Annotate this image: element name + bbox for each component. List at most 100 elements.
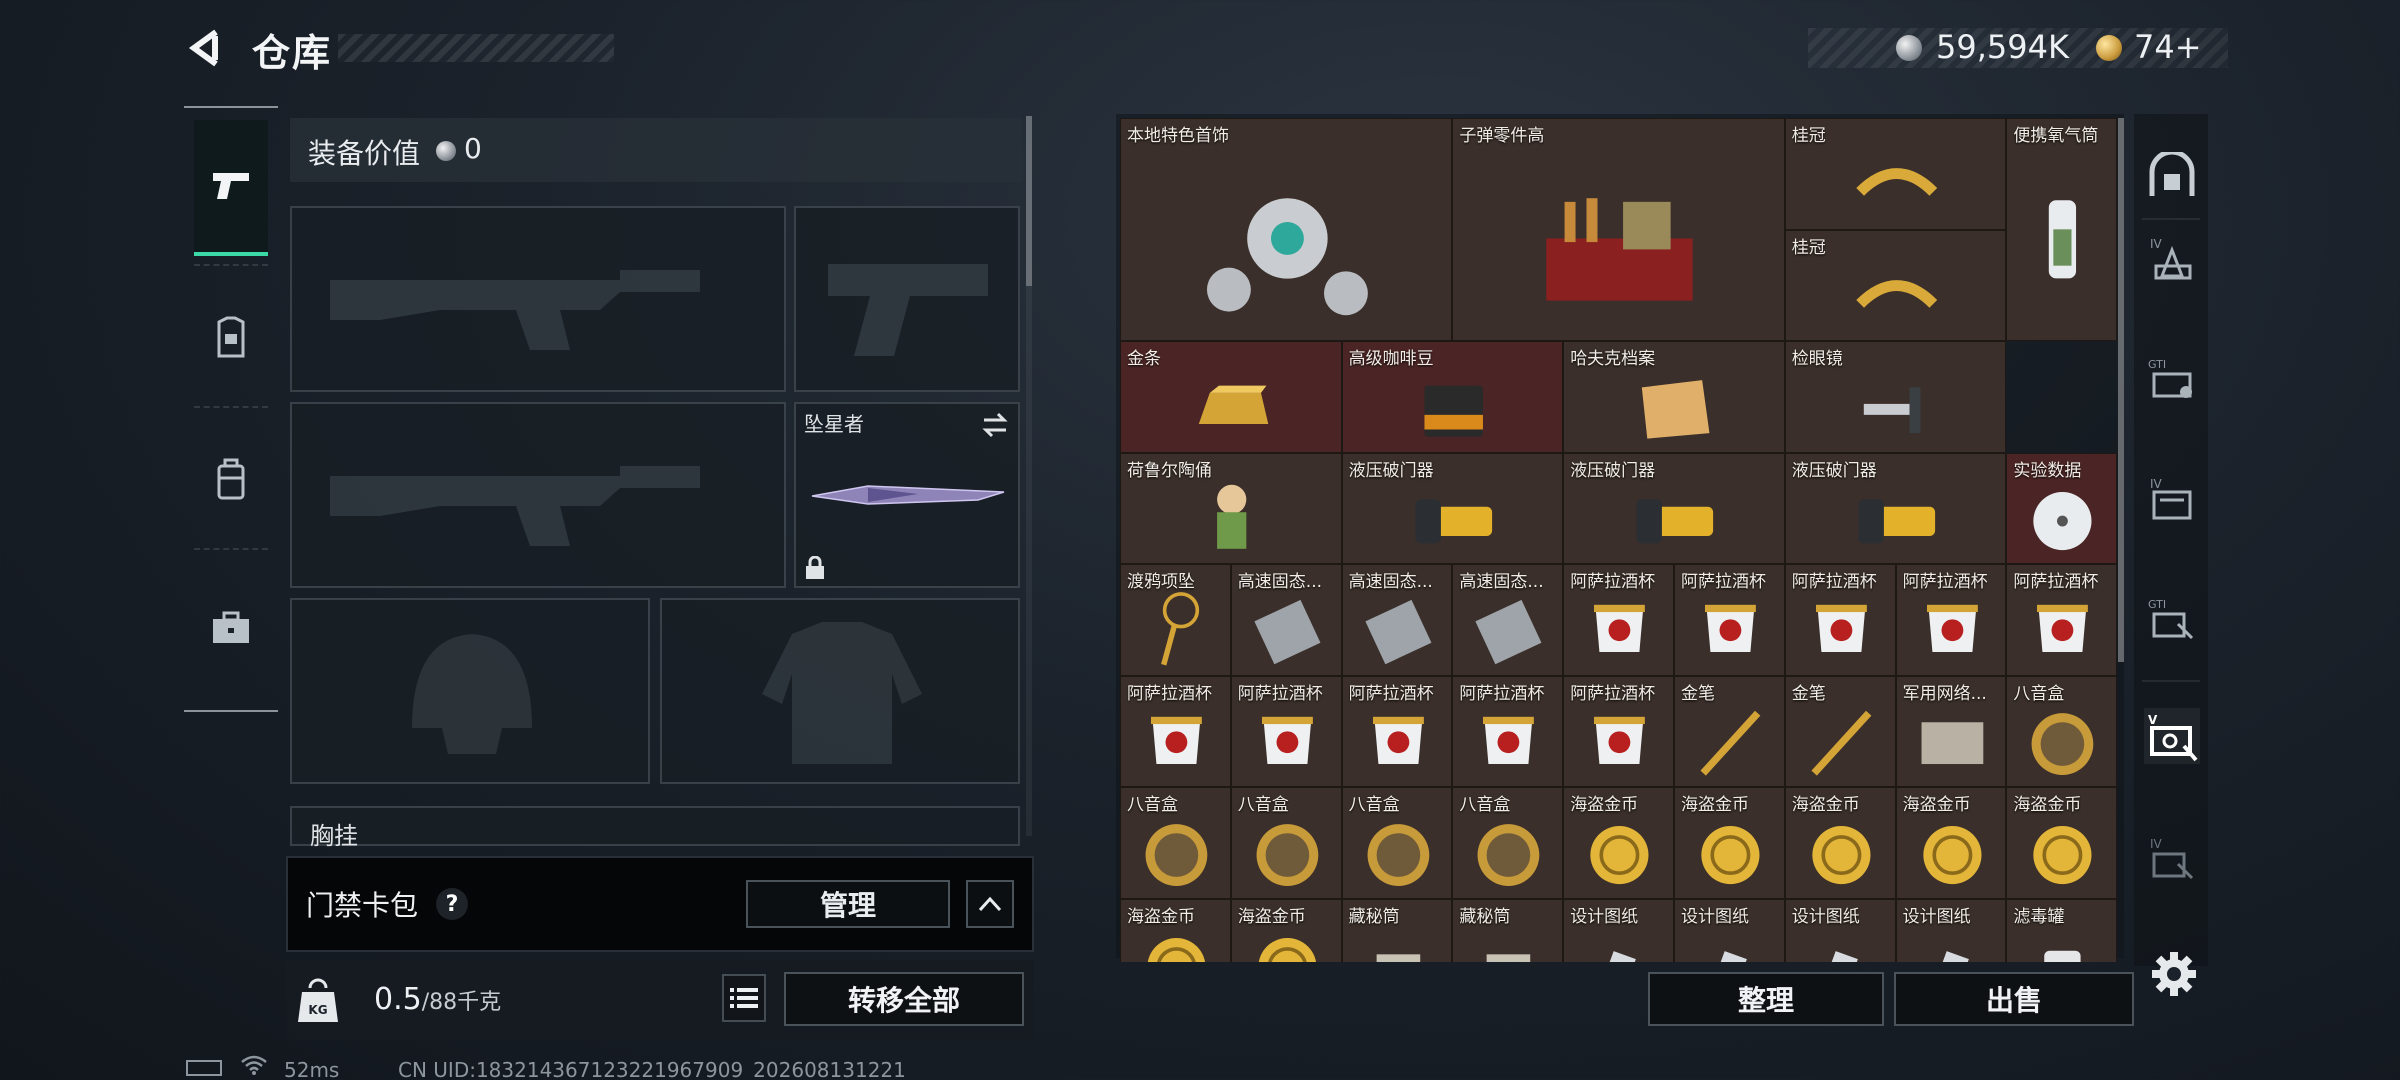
category-weapons-tab[interactable] [194, 120, 268, 256]
warehouse-item[interactable]: 海盗金币 [1895, 787, 2007, 899]
warehouse-item[interactable]: 便携氧气筒 [2006, 118, 2118, 341]
warehouse-item-label: 设计图纸 [1791, 906, 1860, 927]
sidebar-container-tab-2[interactable]: GTI [2144, 350, 2200, 406]
warehouse-item[interactable]: 阿萨拉酒杯 [1230, 675, 1342, 787]
container-gti-icon: GTI [2148, 358, 2192, 398]
warehouse-item[interactable]: 设计图纸 [1895, 898, 2007, 962]
warehouse-item[interactable]: 液压破门器 [1784, 452, 2007, 564]
warehouse-item[interactable]: 阿萨拉酒杯 [2006, 564, 2118, 676]
warehouse-item-label: 桂冠 [1791, 126, 1826, 146]
sidebar-container-tab-1[interactable]: IV [2144, 230, 2200, 286]
warehouse-item[interactable]: 高级咖啡豆 [1341, 341, 1564, 453]
sidebar-container-tab-6[interactable]: IV [2144, 830, 2200, 886]
warehouse-item[interactable]: 液压破门器 [1341, 452, 1564, 564]
warehouse-item[interactable]: 海盗金币 [2006, 787, 2118, 899]
warehouse-item[interactable]: 桂冠 [1784, 118, 2007, 230]
warehouse-item[interactable]: 滤毒罐 [2006, 898, 2118, 962]
sort-button[interactable]: 整理 [1648, 972, 1884, 1026]
warehouse-item[interactable]: 军用网络... [1895, 675, 2007, 787]
warehouse-item[interactable]: 设计图纸 [1784, 898, 1896, 962]
warehouse-item[interactable]: 阿萨拉酒杯 [1784, 564, 1896, 676]
secondary-weapon-slot[interactable] [290, 402, 786, 588]
warehouse-item-label: 检眼镜 [1791, 349, 1843, 369]
warehouse-item[interactable]: 藏秘筒 [1341, 898, 1453, 962]
swap-icon[interactable] [980, 412, 1010, 438]
settings-gear-icon[interactable] [2150, 950, 2198, 998]
safe-icon [2149, 152, 2195, 196]
warehouse-item[interactable]: 海盗金币 [1784, 787, 1896, 899]
manage-button[interactable]: 管理 [746, 880, 950, 928]
warehouse-item[interactable]: 液压破门器 [1563, 452, 1785, 564]
sidebar-container-tab-3[interactable]: IV [2144, 470, 2200, 526]
warehouse-item[interactable]: 设计图纸 [1563, 898, 1674, 962]
warehouse-item[interactable]: 高速固态... [1230, 564, 1342, 676]
helmet-slot[interactable] [290, 598, 650, 784]
transfer-all-button[interactable]: 转移全部 [784, 972, 1024, 1026]
body-armor-slot[interactable] [660, 598, 1020, 784]
warehouse-item[interactable]: 海盗金币 [1120, 898, 1231, 962]
back-arrow-icon[interactable] [186, 26, 230, 70]
warehouse-item[interactable]: 八音盒 [1120, 787, 1231, 899]
warehouse-item[interactable]: 海盗金币 [1674, 787, 1785, 899]
warehouse-item[interactable]: 荷鲁尔陶俑 [1120, 452, 1342, 564]
warehouse-item[interactable]: 阿萨拉酒杯 [1674, 564, 1785, 676]
sidebar-container-tab-5[interactable]: V [2144, 708, 2200, 764]
equipment-scroll-thumb[interactable] [1026, 116, 1032, 286]
list-view-button[interactable] [722, 974, 766, 1022]
warehouse-item-label: 海盗金币 [1127, 906, 1195, 927]
warehouse-item[interactable]: 子弹零件高 [1452, 118, 1785, 341]
warehouse-item[interactable]: 金笔 [1784, 675, 1896, 787]
warehouse-item[interactable]: 本地特色首饰 [1120, 118, 1453, 341]
sidearm-slot[interactable] [794, 206, 1020, 392]
help-icon[interactable]: ? [436, 888, 468, 920]
warehouse-item[interactable]: 海盗金币 [1563, 787, 1674, 899]
chest-rig-slot[interactable]: 胸挂 [290, 806, 1020, 850]
warehouse-item-label: 设计图纸 [1570, 906, 1639, 927]
warehouse-item[interactable]: 哈夫克档案 [1563, 341, 1785, 453]
warehouse-item[interactable]: 设计图纸 [1674, 898, 1785, 962]
gold-bar-icon [1198, 385, 1269, 425]
warehouse-item-label: 阿萨拉酒杯 [1902, 572, 1988, 592]
warehouse-item[interactable]: 桂冠 [1784, 229, 2007, 341]
warehouse-item[interactable]: 八音盒 [1452, 787, 1564, 899]
warehouse-item[interactable]: 八音盒 [1341, 787, 1453, 899]
warehouse-item[interactable]: 八音盒 [2006, 675, 2118, 787]
warehouse-item[interactable]: 八音盒 [1230, 787, 1342, 899]
warehouse-item[interactable]: 检眼镜 [1784, 341, 2007, 453]
sidebar-container-tab-4[interactable]: GTI [2144, 590, 2200, 646]
ssd-icon [1475, 600, 1542, 665]
warehouse-item[interactable]: 阿萨拉酒杯 [1563, 675, 1674, 787]
warehouse-item[interactable]: 金条 [1120, 341, 1342, 453]
lock-icon [806, 556, 824, 579]
warehouse-item[interactable]: 阿萨拉酒杯 [1895, 564, 2007, 676]
melee-weapon-slot[interactable]: 坠星者 [794, 402, 1020, 588]
category-armor-tab[interactable] [194, 270, 268, 406]
gold-currency-amount[interactable]: 74+ [2134, 28, 2202, 66]
warehouse-item[interactable]: 阿萨拉酒杯 [1563, 564, 1674, 676]
warehouse-item[interactable]: 阿萨拉酒杯 [1452, 675, 1564, 787]
warehouse-item[interactable]: 高速固态... [1452, 564, 1564, 676]
container-v-icon: V [2148, 713, 2198, 762]
sidebar-safebox-tab[interactable] [2144, 148, 2200, 204]
primary-weapon-slot[interactable] [290, 206, 786, 392]
warehouse-item-label: 八音盒 [1348, 795, 1400, 815]
warehouse-item[interactable]: 渡鸦项坠 [1120, 564, 1231, 676]
category-case-tab[interactable] [194, 560, 268, 696]
collapse-button[interactable] [966, 880, 1014, 928]
warehouse-item[interactable]: 阿萨拉酒杯 [1341, 675, 1453, 787]
warehouse-item-label: 滤毒罐 [2013, 906, 2065, 927]
warehouse-item[interactable]: 高速固态... [1341, 564, 1453, 676]
warehouse-item[interactable]: 阿萨拉酒杯 [1120, 675, 1231, 787]
ping-readout: 52ms [284, 1058, 340, 1080]
warehouse-item[interactable]: 海盗金币 [1230, 898, 1342, 962]
category-backpack-tab[interactable] [194, 412, 268, 548]
warehouse-item-label: 阿萨拉酒杯 [1791, 572, 1877, 592]
sell-button[interactable]: 出售 [1894, 972, 2134, 1026]
warehouse-scrollbar[interactable] [2118, 118, 2124, 662]
warehouse-item[interactable]: 藏秘筒 [1452, 898, 1564, 962]
warehouse-item[interactable]: 实验数据 [2006, 452, 2118, 564]
wifi-icon [241, 1055, 267, 1075]
warehouse-item[interactable]: 金笔 [1674, 675, 1785, 787]
ssd-icon [1364, 600, 1432, 665]
warehouse-item-label: 八音盒 [1459, 795, 1511, 815]
